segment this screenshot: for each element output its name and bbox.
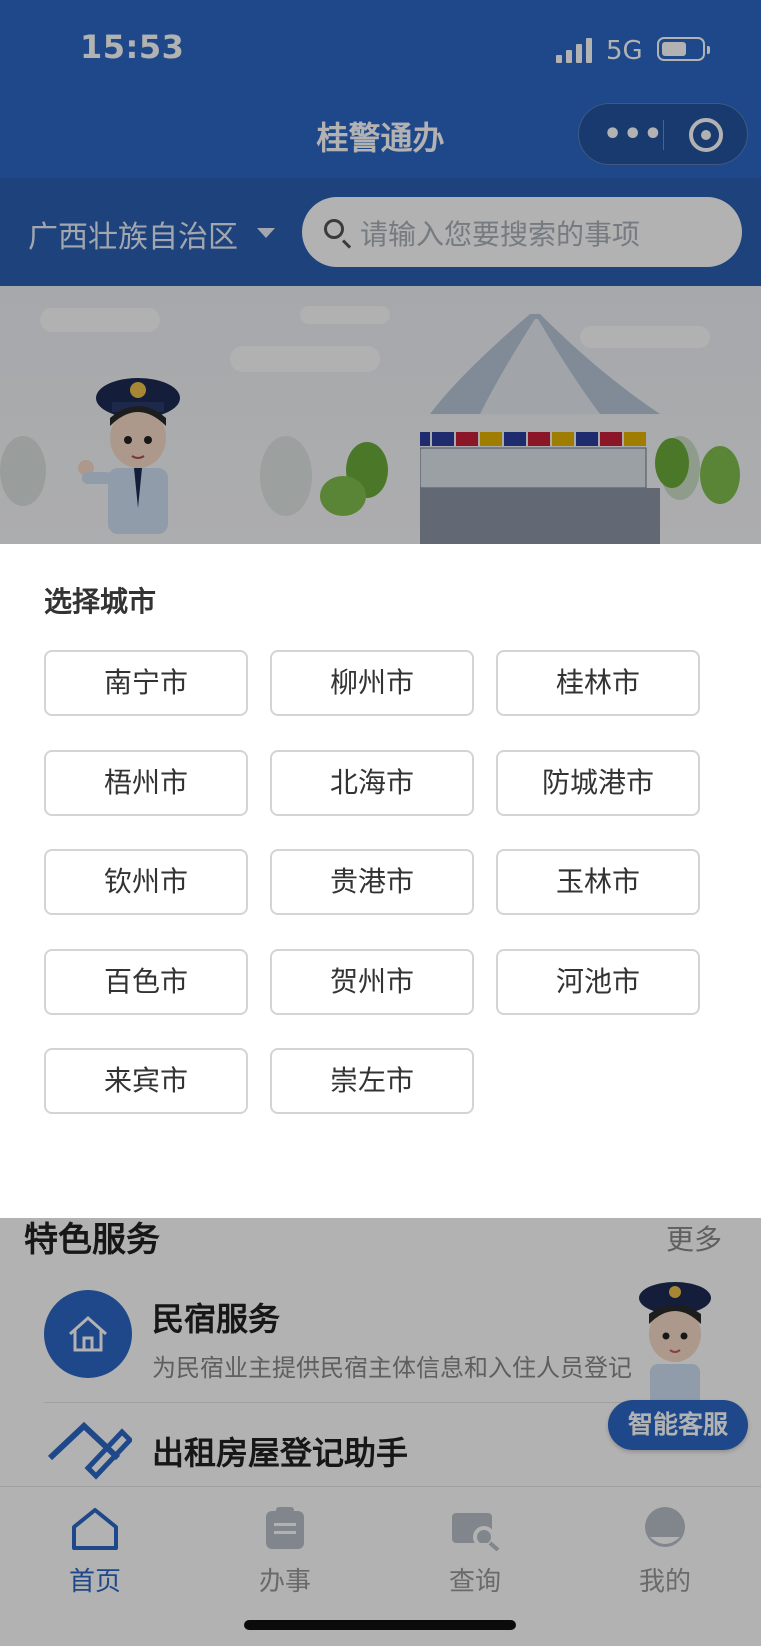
city-option[interactable]: 柳州市 — [270, 650, 474, 716]
city-option[interactable]: 百色市 — [44, 949, 248, 1015]
city-option[interactable]: 河池市 — [496, 949, 700, 1015]
city-option[interactable]: 贵港市 — [270, 849, 474, 915]
city-option[interactable]: 崇左市 — [270, 1048, 474, 1114]
city-option[interactable]: 来宾市 — [44, 1048, 248, 1114]
city-picker-title: 选择城市 — [44, 585, 157, 618]
city-option[interactable]: 梧州市 — [44, 750, 248, 816]
city-option[interactable]: 防城港市 — [496, 750, 700, 816]
overlay-mask[interactable] — [0, 1218, 761, 1646]
city-option[interactable]: 南宁市 — [44, 650, 248, 716]
city-option[interactable]: 贺州市 — [270, 949, 474, 1015]
overlay-mask[interactable] — [0, 0, 761, 544]
city-option[interactable]: 桂林市 — [496, 650, 700, 716]
city-option[interactable]: 钦州市 — [44, 849, 248, 915]
city-picker-sheet: 南宁市 柳州市 桂林市 梧州市 北海市 防城港市 钦州市 贵港市 玉林市 百色市… — [0, 544, 761, 1218]
city-option[interactable]: 北海市 — [270, 750, 474, 816]
city-option[interactable]: 玉林市 — [496, 849, 700, 915]
